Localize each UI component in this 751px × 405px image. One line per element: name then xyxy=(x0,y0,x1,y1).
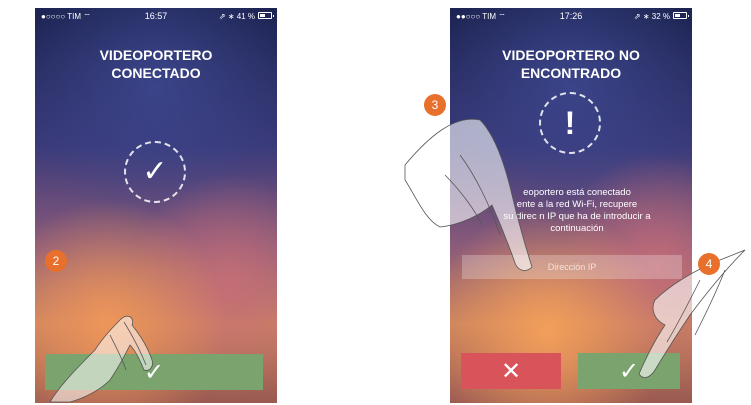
message-line-1: eoportero está conectado xyxy=(523,187,631,198)
page-title: VIDEOPORTERO NO ENCONTRADO xyxy=(450,46,692,82)
battery-level: ⇗ ∗ 32 % xyxy=(633,12,670,21)
page-title: VIDEOPORTERO CONECTADO xyxy=(35,46,277,82)
confirm-button[interactable]: ✓ xyxy=(578,353,680,389)
ip-address-input[interactable] xyxy=(462,255,682,279)
step-badge-3: 3 xyxy=(424,94,446,116)
step-badge-2: 2 xyxy=(45,250,67,272)
status-bar: ●○○○○ TIM ⌔ 16:57 ⇗ ∗ 41 % xyxy=(35,8,277,24)
status-bar: ●●○○○ TIM ⌔ 17:26 ⇗ ∗ 32 % xyxy=(450,8,692,24)
exclamation-icon: ! xyxy=(564,105,576,141)
message-line-3: su direc n IP que ha de introducir a xyxy=(503,211,651,222)
title-line-1: VIDEOPORTERO xyxy=(99,47,213,63)
success-status-icon: ✓ xyxy=(124,141,186,203)
battery-icon xyxy=(673,12,689,19)
check-icon: ✓ xyxy=(142,155,168,188)
cancel-button[interactable]: ✕ xyxy=(461,353,561,389)
title-line-2: ENCONTRADO xyxy=(520,65,622,81)
warning-status-icon: ! xyxy=(539,92,601,154)
error-message: eoportero está conectado ente a la red W… xyxy=(476,187,678,235)
check-icon: ✓ xyxy=(618,357,640,385)
battery-icon xyxy=(258,12,274,19)
confirm-button[interactable]: ✓ xyxy=(45,354,263,390)
close-icon: ✕ xyxy=(500,357,522,385)
step-badge-4: 4 xyxy=(698,253,720,275)
battery-level: ⇗ ∗ 41 % xyxy=(218,12,255,21)
message-line-4: continuación xyxy=(550,223,604,234)
check-icon: ✓ xyxy=(143,358,165,386)
phone-screen-not-found: ●●○○○ TIM ⌔ 17:26 ⇗ ∗ 32 % VIDEOPORTERO … xyxy=(450,8,692,403)
title-line-1: VIDEOPORTERO NO xyxy=(502,47,640,63)
title-line-2: CONECTADO xyxy=(111,65,201,81)
phone-screen-connected: ●○○○○ TIM ⌔ 16:57 ⇗ ∗ 41 % VIDEOPORTERO … xyxy=(35,8,277,403)
message-line-2: ente a la red Wi-Fi, recupere xyxy=(516,199,638,210)
